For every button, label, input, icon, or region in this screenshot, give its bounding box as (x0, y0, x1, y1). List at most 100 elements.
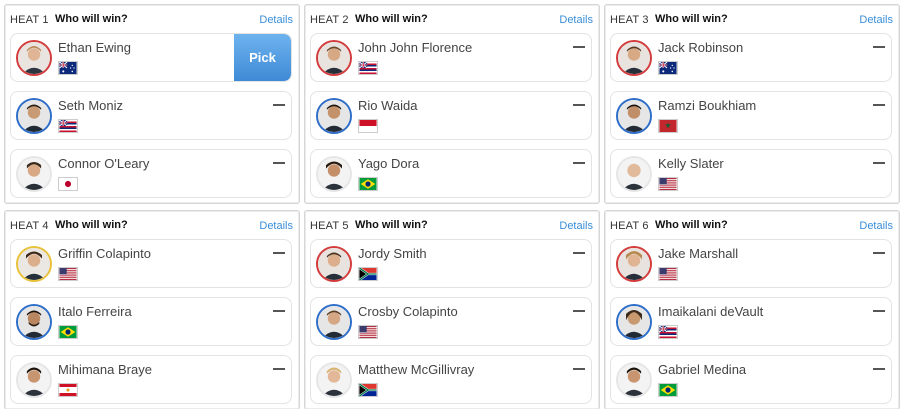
no-pick-dash (873, 46, 885, 48)
hawaii-flag-icon (358, 61, 378, 75)
brazil-flag-icon (358, 177, 378, 191)
surfer-row[interactable]: Rio Waida (310, 91, 592, 140)
heat-label: HEAT 4 (10, 220, 49, 232)
indonesia-flag-icon (358, 119, 378, 133)
surfer-row[interactable]: Kelly Slater (610, 149, 892, 198)
surfer-row[interactable]: John John Florence (310, 33, 592, 82)
heat-header: HEAT 4 Who will win? Details (5, 211, 299, 239)
heat-header: HEAT 5 Who will win? Details (305, 211, 599, 239)
south-africa-flag-icon (358, 383, 378, 397)
details-link[interactable]: Details (259, 220, 293, 232)
heat-header: HEAT 2 Who will win? Details (305, 5, 599, 33)
surfer-avatar (16, 40, 52, 76)
heat-header: HEAT 1 Who will win? Details (5, 5, 299, 33)
surfer-row[interactable]: Mihimana Braye (10, 355, 292, 404)
surfer-avatar (316, 40, 352, 76)
surfer-row[interactable]: Griffin Colapinto (10, 239, 292, 288)
japan-flag-icon (58, 177, 78, 191)
heat-question: Who will win? (55, 219, 128, 231)
surfer-row[interactable]: Yago Dora (310, 149, 592, 198)
surfer-avatar (616, 362, 652, 398)
heat-question: Who will win? (355, 13, 428, 25)
surfer-row[interactable]: Connor O'Leary (10, 149, 292, 198)
details-link[interactable]: Details (859, 220, 893, 232)
surfer-row[interactable]: Ramzi Boukhiam (610, 91, 892, 140)
hawaii-flag-icon (658, 325, 678, 339)
surfer-row[interactable]: Jack Robinson (610, 33, 892, 82)
no-pick-dash (273, 104, 285, 106)
heat-label: HEAT 5 (310, 220, 349, 232)
usa-flag-icon (658, 177, 678, 191)
french-polynesia-flag-icon (58, 383, 78, 397)
pick-button[interactable]: Pick (234, 34, 291, 81)
surfer-row[interactable]: Italo Ferreira (10, 297, 292, 346)
surfer-row[interactable]: Imaikalani deVault (610, 297, 892, 346)
no-pick-dash (873, 162, 885, 164)
surfer-avatar (316, 98, 352, 134)
surfer-name: Griffin Colapinto (58, 246, 151, 261)
surfer-name: Jake Marshall (658, 246, 739, 261)
no-pick-dash (573, 104, 585, 106)
no-pick-dash (273, 162, 285, 164)
surfer-avatar (616, 156, 652, 192)
surfer-avatar (16, 156, 52, 192)
usa-flag-icon (58, 267, 78, 281)
no-pick-dash (873, 368, 885, 370)
surfer-avatar (16, 304, 52, 340)
heat-card-6: HEAT 6 Who will win? Details Jake Marsha… (604, 210, 900, 409)
surfer-name: Matthew McGillivray (358, 362, 475, 377)
surfer-name: Imaikalani deVault (658, 304, 764, 319)
surfer-row[interactable]: Jordy Smith (310, 239, 592, 288)
heat-label: HEAT 6 (610, 220, 649, 232)
morocco-flag-icon (658, 119, 678, 133)
surfer-name: Yago Dora (358, 156, 420, 171)
no-pick-dash (273, 368, 285, 370)
heat-label: HEAT 1 (10, 14, 49, 26)
surfer-name: Italo Ferreira (58, 304, 132, 319)
no-pick-dash (873, 310, 885, 312)
heat-question: Who will win? (55, 13, 128, 25)
heats-grid: HEAT 1 Who will win? Details Ethan Ewing… (0, 0, 900, 409)
hawaii-flag-icon (58, 119, 78, 133)
south-africa-flag-icon (358, 267, 378, 281)
surfer-name: John John Florence (358, 40, 473, 55)
no-pick-dash (573, 162, 585, 164)
heat-header: HEAT 6 Who will win? Details (605, 211, 899, 239)
usa-flag-icon (658, 267, 678, 281)
heat-card-5: HEAT 5 Who will win? Details Jordy Smith… (304, 210, 600, 409)
surfer-avatar (16, 246, 52, 282)
surfer-name: Ramzi Boukhiam (658, 98, 757, 113)
surfer-avatar (316, 304, 352, 340)
surfer-row[interactable]: Matthew McGillivray (310, 355, 592, 404)
surfer-row[interactable]: Seth Moniz (10, 91, 292, 140)
heat-card-4: HEAT 4 Who will win? Details Griffin Col… (4, 210, 300, 409)
details-link[interactable]: Details (559, 14, 593, 26)
brazil-flag-icon (58, 325, 78, 339)
surfer-avatar (616, 40, 652, 76)
details-link[interactable]: Details (559, 220, 593, 232)
surfer-name: Seth Moniz (58, 98, 124, 113)
surfer-row[interactable]: Gabriel Medina (610, 355, 892, 404)
surfer-name: Jack Robinson (658, 40, 744, 55)
heat-label: HEAT 3 (610, 14, 649, 26)
surfer-avatar (16, 362, 52, 398)
surfer-row[interactable]: Ethan Ewing Pick (10, 33, 292, 82)
usa-flag-icon (358, 325, 378, 339)
australia-flag-icon (658, 61, 678, 75)
surfer-name: Kelly Slater (658, 156, 724, 171)
brazil-flag-icon (658, 383, 678, 397)
details-link[interactable]: Details (259, 14, 293, 26)
heat-question: Who will win? (655, 13, 728, 25)
surfer-name: Crosby Colapinto (358, 304, 458, 319)
details-link[interactable]: Details (859, 14, 893, 26)
surfer-name: Jordy Smith (358, 246, 427, 261)
heat-header: HEAT 3 Who will win? Details (605, 5, 899, 33)
surfer-row[interactable]: Jake Marshall (610, 239, 892, 288)
no-pick-dash (873, 252, 885, 254)
surfer-avatar (316, 156, 352, 192)
heat-card-3: HEAT 3 Who will win? Details Jack Robins… (604, 4, 900, 204)
surfer-row[interactable]: Crosby Colapinto (310, 297, 592, 346)
no-pick-dash (573, 252, 585, 254)
no-pick-dash (273, 310, 285, 312)
no-pick-dash (573, 368, 585, 370)
